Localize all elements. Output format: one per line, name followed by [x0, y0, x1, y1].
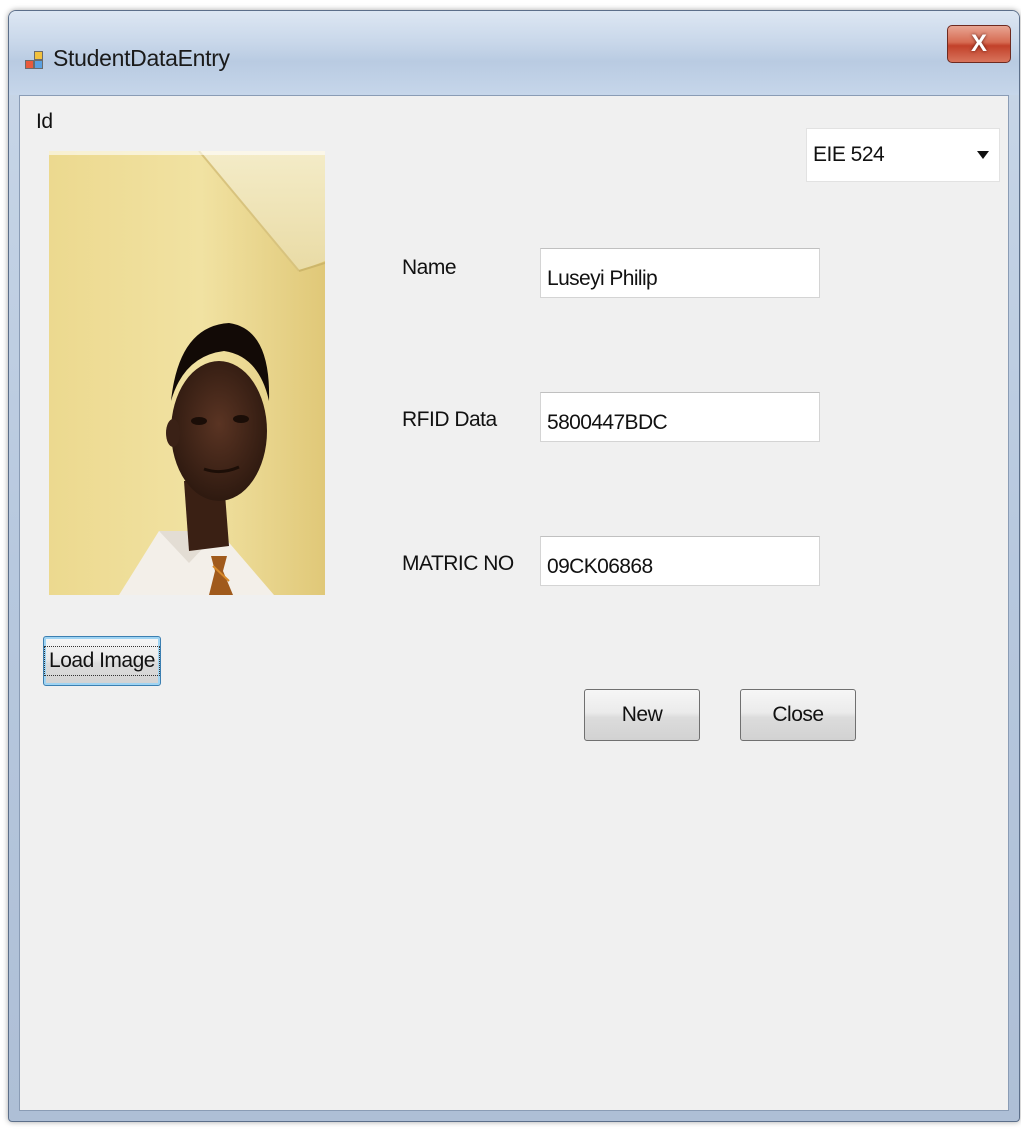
close-button[interactable]: Close — [740, 689, 856, 741]
new-button[interactable]: New — [584, 689, 700, 741]
student-photo — [49, 151, 325, 595]
new-label: New — [621, 703, 663, 726]
window-close-button[interactable]: X — [947, 25, 1011, 63]
matric-input[interactable] — [540, 536, 820, 586]
title-bar[interactable]: StudentDataEntry X — [9, 11, 1019, 95]
course-select-value: EIE 524 — [813, 143, 885, 166]
window-title: StudentDataEntry — [53, 45, 230, 71]
close-label: Close — [772, 703, 824, 726]
name-input[interactable] — [540, 248, 820, 298]
student-data-entry-window: StudentDataEntry X Id EIE 524 Name Lusey… — [8, 10, 1020, 1122]
dropdown-arrow-icon[interactable] — [977, 151, 989, 159]
matric-label: MATRIC NO — [402, 552, 514, 575]
rfid-label: RFID Data — [402, 408, 497, 431]
app-window-icon — [25, 51, 45, 71]
form-client-area: Id EIE 524 Name Luseyi Philip RFID Data … — [19, 95, 1009, 1111]
student-photo-image — [49, 151, 325, 595]
load-image-label: Load Image — [44, 646, 160, 676]
id-label: Id — [36, 110, 53, 133]
load-image-button[interactable]: Load Image — [43, 636, 161, 686]
close-icon: X — [970, 30, 987, 57]
rfid-input[interactable] — [540, 392, 820, 442]
course-select[interactable]: EIE 524 — [806, 128, 1000, 182]
name-label: Name — [402, 256, 457, 279]
